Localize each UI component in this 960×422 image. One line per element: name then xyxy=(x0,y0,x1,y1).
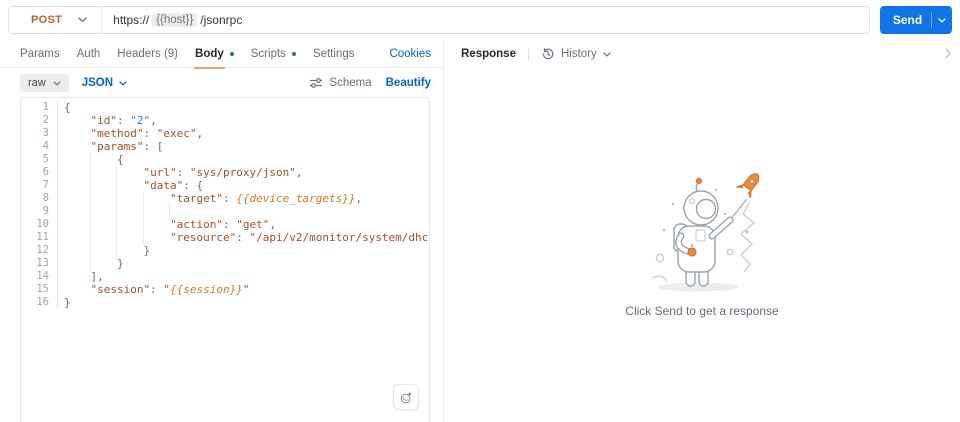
tab-label: Settings xyxy=(312,47,355,60)
history-dropdown[interactable]: History xyxy=(541,47,611,61)
schema-label: Schema xyxy=(329,77,372,89)
history-clock-icon xyxy=(542,48,554,60)
tab-label: Headers (9) xyxy=(117,47,179,60)
response-panel: Response History Click Send to get a res… xyxy=(443,40,960,422)
code-line: 12 } xyxy=(21,244,429,257)
send-options-caret[interactable] xyxy=(931,12,952,28)
chevron-down-icon xyxy=(603,51,611,57)
tab-auth[interactable]: Auth xyxy=(77,40,101,68)
language-label: JSON xyxy=(81,77,114,89)
chevron-down-icon xyxy=(53,80,61,86)
code-editor[interactable]: 1{2 "id": "2", 3 "method": "exec", 4 "para… xyxy=(20,97,430,422)
code-line: 3 "method": "exec", xyxy=(21,127,429,140)
code-line: 4 "params": [ xyxy=(21,140,429,153)
body-toolbar: raw JSON Schema Beautify xyxy=(0,68,443,98)
method-selector[interactable]: POST xyxy=(9,7,101,33)
method-label: POST xyxy=(31,14,63,26)
schema-toggle[interactable]: Schema xyxy=(309,77,372,89)
request-tabs: Params Auth Headers (9) Body Scripts Set… xyxy=(0,40,443,69)
send-label: Send xyxy=(892,13,923,27)
tab-scripts[interactable]: Scripts xyxy=(251,40,296,68)
tab-label: Params xyxy=(20,47,60,60)
tab-params[interactable]: Params xyxy=(20,40,60,68)
code-line: 2 "id": "2", xyxy=(21,114,429,127)
beautify-link[interactable]: Beautify xyxy=(386,77,431,89)
astronaut-illustration xyxy=(651,173,760,292)
url-suffix: /jsonrpc xyxy=(200,13,243,27)
modified-dot xyxy=(229,51,234,56)
code-line: 7 "data": { xyxy=(21,179,429,192)
tab-label: Scripts xyxy=(250,47,286,60)
tab-settings[interactable]: Settings xyxy=(313,40,355,68)
code-line: 8 "target": {{device_targets}}, xyxy=(21,192,429,205)
postbot-button[interactable] xyxy=(393,384,419,410)
request-bar: POST https:// {{host}} /jsonrpc Send xyxy=(0,0,960,40)
tab-label: Auth xyxy=(76,47,101,60)
expand-pane-chevron[interactable] xyxy=(945,48,951,62)
empty-response-state: Click Send to get a response xyxy=(444,168,960,318)
sparkle-icon xyxy=(400,391,412,403)
url-prefix: https:// xyxy=(113,13,150,27)
code-editor-lines: 1{2 "id": "2", 3 "method": "exec", 4 "para… xyxy=(21,101,429,309)
code-line: 10 "action": "get", xyxy=(21,218,429,231)
tab-headers[interactable]: Headers (9) xyxy=(117,40,178,68)
url-variable-pill: {{host}} xyxy=(152,13,198,27)
divider xyxy=(527,48,529,60)
code-line: 11 "resource": "/api/v2/monitor/system/d… xyxy=(21,231,429,244)
code-line: 6 "url": "sys/proxy/json", xyxy=(21,166,429,179)
body-type-label: raw xyxy=(28,77,46,89)
tab-body[interactable]: Body xyxy=(194,40,234,69)
response-tab[interactable]: Response xyxy=(461,48,516,60)
chevron-down-icon xyxy=(119,80,127,86)
request-panel: Params Auth Headers (9) Body Scripts Set… xyxy=(0,40,443,422)
send-button[interactable]: Send xyxy=(880,6,952,34)
body-type-dropdown[interactable]: raw xyxy=(20,74,69,92)
chevron-right-icon xyxy=(945,48,951,59)
response-header: Response History xyxy=(444,40,960,68)
tab-label: Body xyxy=(194,40,225,69)
chevron-down-icon xyxy=(938,17,946,23)
modified-dot xyxy=(291,51,296,56)
sliders-icon xyxy=(310,78,323,88)
code-line: 16} xyxy=(21,296,429,309)
cookies-link[interactable]: Cookies xyxy=(389,48,431,60)
chevron-down-icon xyxy=(78,17,87,23)
code-line: 13 } xyxy=(21,257,429,270)
code-line: 1{ xyxy=(21,101,429,114)
language-dropdown[interactable]: JSON xyxy=(82,77,127,89)
url-value[interactable]: https:// {{host}} /jsonrpc xyxy=(102,13,242,27)
empty-state-caption: Click Send to get a response xyxy=(625,304,779,318)
code-line: 9 xyxy=(21,205,429,218)
history-label: History xyxy=(560,48,597,60)
code-line: 15 "session": "{{session}}" xyxy=(21,283,429,296)
code-line: 5 { xyxy=(21,153,429,166)
url-input[interactable]: POST https:// {{host}} /jsonrpc xyxy=(8,6,870,34)
code-line: 14 ], xyxy=(21,270,429,283)
